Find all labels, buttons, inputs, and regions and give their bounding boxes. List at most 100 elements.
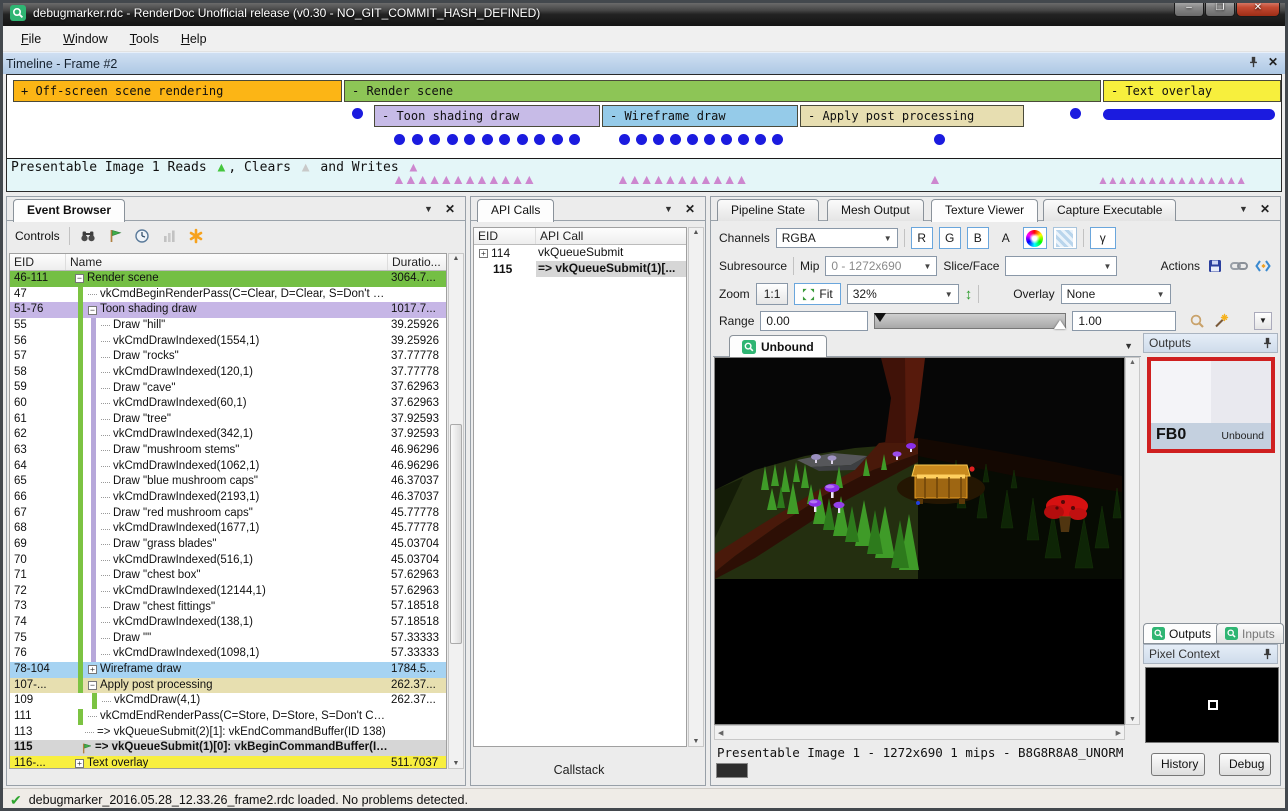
chevron-down-icon[interactable]: ▼ (664, 204, 673, 214)
write-markers-group[interactable]: ▲▲▲▲▲▲▲▲▲▲▲▲▲▲▲ (1097, 174, 1245, 186)
timeline-draw-dot[interactable] (636, 134, 647, 145)
chevron-down-icon[interactable]: ▼ (424, 204, 433, 214)
scroll-left-icon[interactable]: ◀ (718, 729, 723, 737)
event-row[interactable]: 60vkCmdDrawIndexed(60,1)37.62963 (10, 396, 446, 412)
timeline-draw-dot[interactable] (721, 134, 732, 145)
close-icon[interactable]: ✕ (445, 202, 455, 216)
texture-preview[interactable] (714, 357, 1125, 725)
timeline-draw-dot[interactable] (569, 134, 580, 145)
expand-icon[interactable]: + (75, 759, 84, 768)
preview-vertical-scrollbar[interactable]: ▲ ▼ (1125, 357, 1140, 725)
scroll-up-icon[interactable]: ▲ (689, 229, 703, 236)
tab-api-calls[interactable]: API Calls (477, 199, 554, 222)
timeline-draw-dot[interactable] (394, 134, 405, 145)
event-row[interactable]: 72vkCmdDrawIndexed(12144,1)57.62963 (10, 584, 446, 600)
link-icon[interactable] (1230, 257, 1248, 275)
range-max-input[interactable]: 1.00 (1072, 311, 1176, 331)
tab-mesh-output[interactable]: Mesh Output (827, 199, 924, 221)
write-markers-group[interactable]: ▲▲▲▲▲▲▲▲▲▲▲ (616, 172, 746, 186)
event-row[interactable]: 116-...+Text overlay511.7037 (10, 756, 446, 769)
timeline-draw-dot[interactable] (934, 134, 945, 145)
scrollbar-thumb[interactable] (450, 424, 462, 644)
timeline-section[interactable]: - Toon shading draw (374, 105, 600, 127)
event-browser-scrollbar[interactable]: ▲ ▼ (448, 253, 464, 769)
column-name[interactable]: Name (66, 254, 388, 270)
event-row[interactable]: 69Draw "grass blades"45.03704 (10, 537, 446, 553)
event-table-header[interactable]: EID Name Duratio... (10, 254, 446, 271)
pin-icon[interactable] (1263, 337, 1272, 349)
tab-inputs[interactable]: Inputs (1216, 623, 1284, 644)
magnifier-icon[interactable] (1188, 312, 1206, 330)
event-row[interactable]: 66vkCmdDrawIndexed(2193,1)46.37037 (10, 490, 446, 506)
stats-icon[interactable] (160, 227, 178, 245)
timeline-draw-dot[interactable] (552, 134, 563, 145)
event-row[interactable]: 76vkCmdDrawIndexed(1098,1)57.33333 (10, 646, 446, 662)
column-api-call[interactable]: API Call (536, 228, 686, 244)
api-call-row[interactable]: +114vkQueueSubmit (474, 245, 686, 261)
event-row[interactable]: 113=> vkQueueSubmit(2)[1]: vkEndCommandB… (10, 725, 446, 741)
event-row[interactable]: 56vkCmdDrawIndexed(1554,1)39.25926 (10, 334, 446, 350)
event-row[interactable]: 57Draw "rocks"37.77778 (10, 349, 446, 365)
zoom-fit-button[interactable]: Fit (794, 283, 840, 305)
scroll-up-icon[interactable]: ▲ (1126, 359, 1139, 366)
output-thumbnail-fb0[interactable]: FB0 Unbound (1147, 357, 1275, 453)
zoom-1to1-button[interactable]: 1:1 (756, 283, 789, 305)
preview-horizontal-scrollbar[interactable]: ◀ ▶ (714, 725, 1125, 740)
close-icon[interactable]: ✕ (1260, 202, 1270, 216)
collapse-icon[interactable]: − (75, 274, 84, 283)
close-icon[interactable]: ✕ (685, 202, 695, 216)
api-calls-scrollbar[interactable]: ▲ ▼ (688, 227, 704, 747)
timeline-draw-dot[interactable] (447, 134, 458, 145)
timeline-draw-dot[interactable] (670, 134, 681, 145)
event-row[interactable]: 75Draw ""57.33333 (10, 631, 446, 647)
timeline-draw-dot[interactable] (704, 134, 715, 145)
minimize-button[interactable]: – (1174, 0, 1204, 17)
timeline-draw-dot[interactable] (464, 134, 475, 145)
event-row[interactable]: 109vkCmdDraw(4,1)262.37... (10, 693, 446, 709)
chevron-down-icon[interactable]: ▼ (1124, 341, 1133, 351)
timeline-draw-dot[interactable] (429, 134, 440, 145)
timeline-section[interactable]: - Render scene (344, 80, 1101, 102)
maximize-button[interactable]: ❐ (1205, 0, 1235, 17)
tab-capture-executable[interactable]: Capture Executable (1043, 199, 1176, 221)
event-row[interactable]: 65Draw "blue mushroom caps"46.37037 (10, 474, 446, 490)
collapse-icon[interactable]: − (88, 306, 97, 315)
outputs-header[interactable]: Outputs (1143, 333, 1278, 353)
color-wheel-button[interactable] (1023, 227, 1047, 249)
chevron-down-icon[interactable]: ▼ (1239, 204, 1248, 214)
bookmark-icon[interactable] (187, 227, 205, 245)
event-row[interactable]: 68vkCmdDrawIndexed(1677,1)45.77778 (10, 521, 446, 537)
api-call-row[interactable]: 115=> vkQueueSubmit(1)[... (474, 261, 686, 277)
event-row[interactable]: 67Draw "red mushroom caps"45.77778 (10, 506, 446, 522)
event-row[interactable]: 58vkCmdDrawIndexed(120,1)37.77778 (10, 365, 446, 381)
tab-outputs[interactable]: Outputs (1143, 623, 1220, 644)
menu-tools[interactable]: Tools (119, 28, 170, 50)
scroll-down-icon[interactable]: ▼ (689, 738, 703, 745)
range-min-input[interactable]: 0.00 (760, 311, 868, 331)
range-slider-black-handle[interactable] (874, 313, 886, 322)
timeline-draw-dot[interactable] (517, 134, 528, 145)
timeline-section[interactable]: - Text overlay (1103, 80, 1281, 102)
event-row[interactable]: 51-76−Toon shading draw1017.7... (10, 302, 446, 318)
history-button[interactable]: History (1151, 753, 1205, 776)
timeline-draw-dot[interactable] (619, 134, 630, 145)
column-eid[interactable]: EID (474, 228, 536, 244)
timeline-section[interactable]: - Wireframe draw (602, 105, 798, 127)
pin-icon[interactable] (1249, 56, 1258, 68)
api-table-header[interactable]: EID API Call (474, 228, 686, 245)
timeline-draw-dot[interactable] (482, 134, 493, 145)
pixel-context-view[interactable] (1145, 667, 1279, 743)
scroll-right-icon[interactable]: ▶ (1116, 729, 1121, 737)
timeline-section[interactable]: - Apply post processing (800, 105, 1024, 127)
title-bar[interactable]: debugmarker.rdc - RenderDoc Unofficial r… (0, 0, 1288, 26)
tab-pipeline-state[interactable]: Pipeline State (717, 199, 819, 221)
event-row[interactable]: 107-...−Apply post processing262.37... (10, 678, 446, 694)
timeline-draw-dot[interactable] (738, 134, 749, 145)
tab-unbound[interactable]: Unbound (729, 335, 827, 357)
overlay-dropdown[interactable]: None▼ (1061, 284, 1171, 304)
timeline-section[interactable]: + Off-screen scene rendering (13, 80, 342, 102)
flip-vertical-icon[interactable]: ↕ (965, 286, 973, 303)
event-row[interactable]: 73Draw "chest fittings"57.18518 (10, 599, 446, 615)
event-row[interactable]: 74vkCmdDrawIndexed(138,1)57.18518 (10, 615, 446, 631)
menu-window[interactable]: Window (52, 28, 118, 50)
